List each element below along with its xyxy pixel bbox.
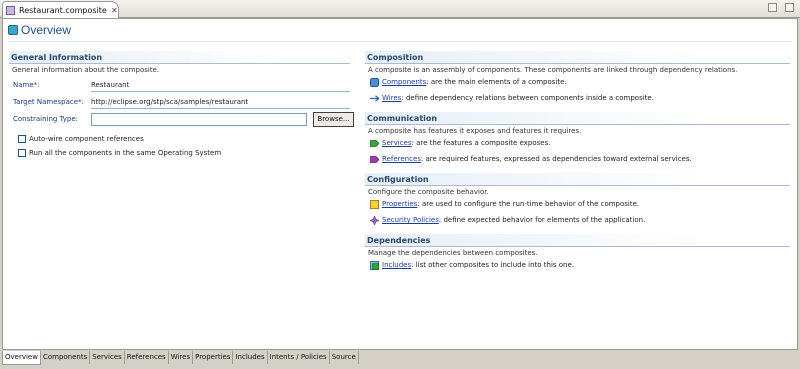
namespace-field[interactable]: http://eclipse.org/stp/sca/samples/resta… [91, 98, 248, 106]
tab-wires[interactable]: Wires [169, 351, 194, 364]
reference-icon [370, 155, 379, 163]
services-item: Services : are the features a composite … [365, 135, 790, 151]
editor-page-tabs: Overview Components Services References … [2, 351, 359, 365]
dependencies-description: Manage the dependencies between composit… [368, 249, 538, 257]
references-link[interactable]: References [382, 155, 421, 163]
name-row: Name*: Restaurant [9, 77, 350, 94]
name-underline [91, 91, 350, 92]
general-information-section: General Information General information … [9, 51, 354, 160]
policy-icon [370, 215, 379, 225]
property-icon [370, 199, 379, 209]
includes-item: Includes : list other composites to incl… [365, 257, 790, 273]
include-icon [370, 260, 379, 270]
tab-overview[interactable]: Overview [2, 351, 41, 365]
window-controls [768, 3, 794, 12]
services-text: : are the features a composite exposes. [411, 139, 551, 147]
components-text: : are the main elements of a composite. [426, 78, 567, 86]
header-divider [8, 41, 792, 42]
policies-link[interactable]: Security Policies [382, 216, 439, 224]
composition-section: Composition A composite is an assembly o… [365, 51, 790, 106]
communication-section: Communication A composite has features i… [365, 112, 790, 167]
references-text: : are required features, expressed as de… [420, 155, 692, 163]
wires-text: : define dependency relations between co… [401, 94, 654, 102]
section-title-composition[interactable]: Composition [365, 51, 790, 64]
section-title-general[interactable]: General Information [9, 51, 350, 64]
component-icon [370, 77, 379, 87]
page-title: Overview [21, 23, 72, 37]
configuration-description: Configure the composite behavior. [368, 188, 489, 196]
dependencies-section: Dependencies Manage the dependencies bet… [365, 234, 790, 273]
name-label: Name*: [13, 81, 40, 89]
tab-source[interactable]: Source [330, 351, 359, 364]
general-description: General information about the composite. [12, 66, 160, 74]
components-item: Components : are the main elements of a … [365, 74, 790, 90]
autowire-checkbox[interactable] [18, 135, 26, 143]
editor-tab-strip: Restaurant.composite ✕ [0, 0, 800, 18]
editor-tab-label: Restaurant.composite [19, 5, 107, 15]
service-icon [370, 139, 379, 147]
section-title-communication[interactable]: Communication [365, 112, 790, 125]
services-link[interactable]: Services [382, 139, 412, 147]
namespace-label: Target Namespace*: [13, 98, 84, 106]
browse-button[interactable]: Browse... [313, 112, 354, 127]
maximize-button[interactable] [785, 3, 794, 12]
section-title-configuration[interactable]: Configuration [365, 173, 790, 186]
section-title-dependencies[interactable]: Dependencies [365, 234, 790, 247]
overview-icon [8, 25, 18, 35]
tab-properties[interactable]: Properties [193, 351, 234, 364]
minimize-button[interactable] [768, 3, 777, 12]
namespace-underline [91, 108, 350, 109]
properties-item: Properties : are used to configure the r… [365, 196, 790, 212]
same-os-row[interactable]: Run all the components in the same Opera… [9, 146, 350, 160]
tab-services[interactable]: Services [90, 351, 125, 364]
namespace-row: Target Namespace*: http://eclipse.org/st… [9, 94, 350, 111]
policies-item: Security Policies : define expected beha… [365, 212, 790, 228]
wires-item: Wires : define dependency relations betw… [365, 90, 790, 106]
form-header: Overview [8, 23, 71, 37]
policies-text: : define expected behavior for elements … [438, 216, 646, 224]
wire-icon [370, 94, 379, 102]
tab-intents-policies[interactable]: Intents / Policies [268, 351, 330, 364]
communication-description: A composite has features it exposes and … [368, 127, 582, 135]
name-field[interactable]: Restaurant [91, 81, 129, 89]
constraining-type-label: Constraining Type: [13, 115, 79, 123]
editor-tab-restaurant[interactable]: Restaurant.composite ✕ [2, 1, 119, 18]
constraining-type-row: Constraining Type: Browse... [9, 111, 354, 128]
composite-editor: Overview General Information General inf… [2, 18, 798, 350]
configuration-section: Configuration Configure the composite be… [365, 173, 790, 228]
composition-description: A composite is an assembly of components… [368, 66, 738, 74]
references-item: References : are required features, expr… [365, 151, 790, 167]
overview-sections: Composition A composite is an assembly o… [365, 51, 790, 279]
includes-link[interactable]: Includes [382, 261, 411, 269]
components-link[interactable]: Components [382, 78, 426, 86]
constraining-type-input[interactable] [91, 113, 307, 126]
tab-references[interactable]: References [125, 351, 169, 364]
close-icon[interactable]: ✕ [111, 6, 118, 15]
same-os-label: Run all the components in the same Opera… [29, 149, 222, 157]
autowire-row[interactable]: Auto-wire component references [9, 132, 350, 146]
includes-text: : list other composites to include into … [411, 261, 575, 269]
tab-components[interactable]: Components [41, 351, 91, 364]
composite-file-icon [6, 5, 15, 15]
autowire-label: Auto-wire component references [29, 135, 144, 143]
same-os-checkbox[interactable] [18, 149, 26, 157]
wires-link[interactable]: Wires [382, 94, 401, 102]
properties-link[interactable]: Properties [382, 200, 417, 208]
properties-text: : are used to configure the run-time beh… [417, 200, 640, 208]
tab-includes[interactable]: Includes [233, 351, 268, 364]
